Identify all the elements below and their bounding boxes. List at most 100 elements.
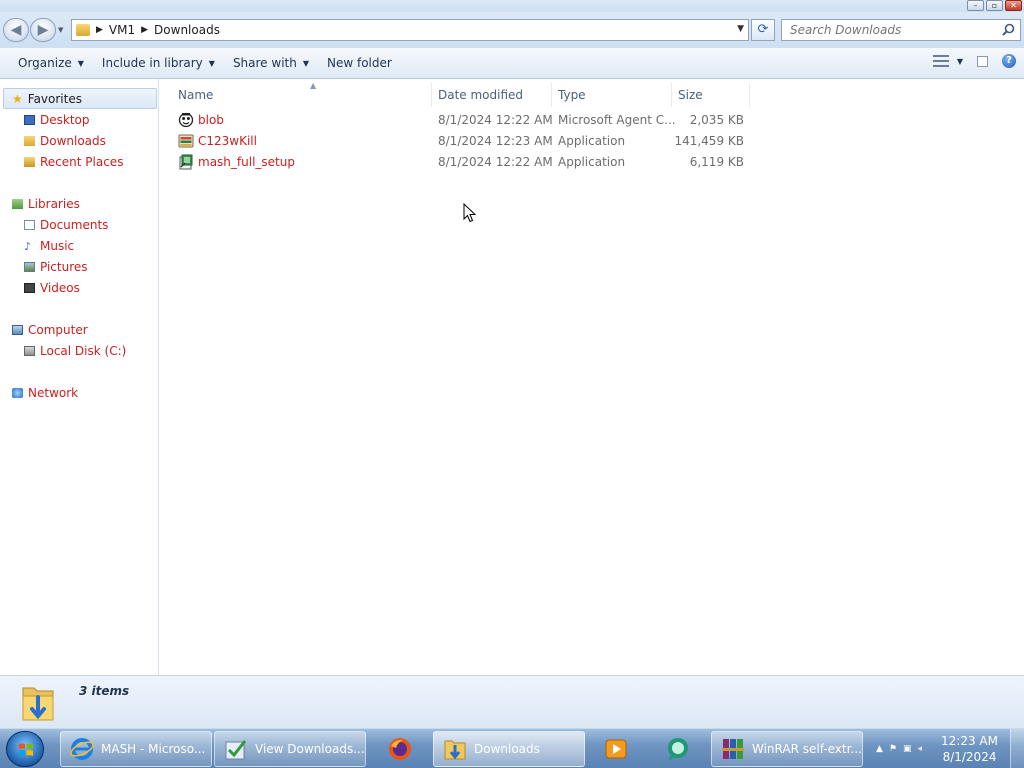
taskbar-button-firefox[interactable] — [372, 731, 428, 767]
search-input[interactable] — [790, 20, 990, 40]
column-type-label: Type — [558, 88, 586, 102]
taskbar-button-view-downloads[interactable]: View Downloads... — [214, 731, 366, 767]
flag-icon[interactable]: ⚑ — [889, 744, 897, 754]
mouse-cursor-icon — [463, 203, 477, 223]
downloads-folder-icon — [22, 687, 54, 721]
organize-button[interactable]: Organize ▼ — [9, 56, 93, 70]
taskbar-button-label: View Downloads... — [255, 742, 365, 756]
nav-recent-places-label: Recent Places — [40, 155, 124, 169]
taskbar-button-winrar[interactable]: WinRAR self-extr... — [711, 731, 863, 767]
file-size: 6,119 KB — [689, 155, 744, 169]
network-icon — [12, 388, 23, 398]
folder-downloads-icon — [444, 740, 466, 760]
column-date-label: Date modified — [438, 88, 524, 102]
taskbar-button-ie[interactable]: MASH - Microso... — [60, 731, 212, 767]
back-button[interactable]: ◀ — [3, 18, 29, 42]
file-date: 8/1/2024 12:22 AM — [438, 113, 553, 127]
search-box[interactable] — [781, 19, 1021, 41]
command-bar: Organize ▼ Include in library ▼ Share wi… — [0, 48, 1024, 79]
breadcrumb-separator-icon[interactable]: ▶ — [96, 25, 103, 35]
navigation-pane: ★ Favorites Desktop Downloads Recent Pla… — [0, 79, 159, 675]
clock[interactable]: 12:23 AM 8/1/2024 — [941, 733, 998, 765]
show-hidden-icons-icon[interactable]: ▲ — [876, 744, 883, 754]
search-icon[interactable] — [1002, 23, 1015, 36]
file-name: mash_full_setup — [198, 155, 295, 169]
taskbar: MASH - Microso... View Downloads... Down… — [0, 728, 1024, 768]
nav-downloads-label: Downloads — [40, 134, 106, 148]
folder-icon — [76, 24, 90, 36]
sort-ascending-icon: ▲ — [310, 81, 317, 90]
libraries-icon — [12, 199, 23, 209]
window-controls: – ▫ ✕ — [967, 0, 1022, 12]
nav-documents[interactable]: Documents — [24, 216, 108, 234]
nav-videos[interactable]: Videos — [24, 279, 80, 297]
nav-recent-places[interactable]: Recent Places — [24, 153, 123, 171]
file-size: 141,459 KB — [674, 134, 744, 148]
media-player-icon — [605, 739, 627, 759]
nav-favorites[interactable]: ★ Favorites — [12, 90, 82, 108]
details-pane: 3 items — [0, 675, 1024, 728]
maximize-button[interactable]: ▫ — [986, 0, 1003, 11]
windows-logo-icon — [19, 743, 33, 756]
refresh-button[interactable]: ⟳ — [751, 19, 775, 41]
start-button[interactable] — [6, 731, 44, 767]
recent-pages-dropdown[interactable]: ▼ — [58, 26, 63, 34]
new-folder-label: New folder — [327, 56, 392, 70]
file-name: blob — [198, 113, 224, 127]
show-desktop-button[interactable] — [1010, 729, 1024, 768]
nav-libraries-label: Libraries — [28, 197, 80, 211]
nav-desktop-label: Desktop — [40, 113, 90, 127]
view-controls: ▼ ? — [932, 54, 1016, 68]
nav-desktop[interactable]: Desktop — [24, 111, 90, 129]
nav-network[interactable]: Network — [12, 384, 78, 402]
file-type: Microsoft Agent C... — [558, 113, 676, 127]
network-tray-icon[interactable]: ▣ — [903, 744, 912, 754]
file-row-c123wkill[interactable]: C123wKill 8/1/2024 12:23 AM Application … — [160, 131, 760, 152]
column-header-type[interactable]: Type — [552, 83, 672, 107]
include-in-library-button[interactable]: Include in library ▼ — [93, 56, 224, 70]
taskbar-button-media-player[interactable] — [588, 731, 644, 767]
include-in-library-label: Include in library — [101, 56, 203, 70]
change-view-button[interactable]: ▼ — [932, 54, 963, 68]
close-button[interactable]: ✕ — [1005, 0, 1022, 11]
help-icon[interactable]: ? — [1002, 54, 1016, 68]
taskbar-button-label: WinRAR self-extr... — [752, 742, 862, 756]
nav-pictures[interactable]: Pictures — [24, 258, 88, 276]
share-with-button[interactable]: Share with ▼ — [224, 56, 318, 70]
file-row-mash-full-setup[interactable]: mash_full_setup 8/1/2024 12:22 AM Applic… — [160, 152, 760, 173]
nav-local-disk[interactable]: Local Disk (C:) — [24, 342, 126, 360]
documents-icon — [24, 220, 35, 230]
nav-downloads[interactable]: Downloads — [24, 132, 106, 150]
column-header-size[interactable]: Size — [672, 83, 750, 107]
column-size-label: Size — [678, 88, 703, 102]
chevron-down-icon: ▼ — [77, 58, 84, 68]
desktop-icon — [24, 115, 35, 125]
breadcrumb-separator-icon[interactable]: ▶ — [141, 25, 148, 35]
taskbar-button-downloads[interactable]: Downloads — [433, 731, 585, 767]
file-row-blob[interactable]: blob 8/1/2024 12:22 AM Microsoft Agent C… — [160, 110, 760, 131]
internet-explorer-icon — [70, 738, 94, 760]
nav-libraries[interactable]: Libraries — [12, 195, 80, 213]
nav-network-label: Network — [28, 386, 79, 400]
address-dropdown-icon[interactable]: ▼ — [737, 24, 744, 34]
nav-computer[interactable]: Computer — [12, 321, 88, 339]
nav-music[interactable]: ♪ Music — [24, 237, 74, 255]
preview-pane-icon[interactable] — [977, 55, 988, 67]
clock-time: 12:23 AM — [941, 734, 998, 748]
volume-icon[interactable]: ◂ — [918, 744, 923, 754]
taskbar-button-chat[interactable] — [650, 731, 706, 767]
nav-videos-label: Videos — [40, 281, 80, 295]
file-date: 8/1/2024 12:22 AM — [438, 155, 553, 169]
column-header-date-modified[interactable]: Date modified — [432, 83, 552, 107]
forward-button[interactable]: ▶ — [30, 18, 56, 42]
breadcrumb-downloads[interactable]: Downloads — [154, 23, 220, 37]
recent-places-icon — [24, 157, 35, 167]
breadcrumb-vm1[interactable]: VM1 — [109, 23, 135, 37]
new-folder-button[interactable]: New folder — [318, 56, 401, 70]
downloads-folder-icon — [24, 136, 35, 146]
column-header-name[interactable]: Name ▲ — [172, 81, 432, 107]
star-icon: ★ — [12, 92, 23, 106]
address-bar[interactable]: ▶ VM1 ▶ Downloads ▼ — [71, 19, 749, 41]
share-with-label: Share with — [232, 56, 297, 70]
minimize-button[interactable]: – — [967, 0, 984, 11]
